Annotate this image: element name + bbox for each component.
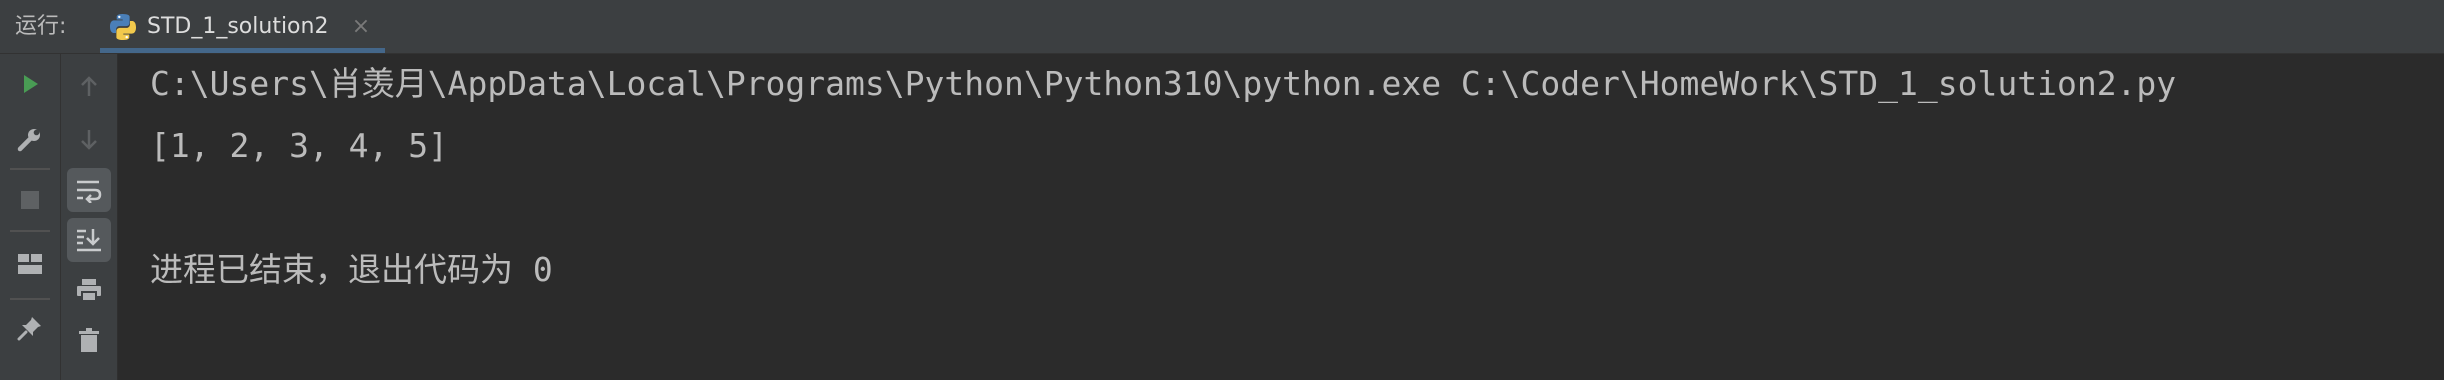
layout-icon (17, 253, 43, 275)
scroll-up-button[interactable] (67, 64, 111, 108)
stop-button[interactable] (8, 178, 52, 222)
tab-active-indicator (100, 48, 385, 53)
command-line: C:\Users\肖羡月\AppData\Local\Programs\Pyth… (150, 64, 2177, 103)
arrow-up-icon (78, 74, 100, 98)
toolbar-separator (10, 298, 50, 300)
toolbar-separator (10, 168, 50, 170)
print-button[interactable] (67, 268, 111, 312)
run-tool-window-header: 运行: STD_1_solution2 × (0, 0, 2444, 54)
layout-button[interactable] (8, 242, 52, 286)
arrow-down-icon (78, 128, 100, 152)
tab-title: STD_1_solution2 (147, 14, 329, 39)
wrench-icon (17, 127, 43, 153)
trash-icon (77, 327, 101, 353)
soft-wrap-icon (75, 177, 103, 203)
edit-config-button[interactable] (8, 118, 52, 162)
run-label: 运行: (15, 14, 67, 39)
python-icon (108, 12, 138, 42)
play-icon (18, 72, 42, 96)
soft-wrap-button[interactable] (67, 168, 111, 212)
scroll-to-end-icon (75, 227, 103, 253)
scroll-down-button[interactable] (67, 118, 111, 162)
scroll-to-end-button[interactable] (67, 218, 111, 262)
pin-icon (17, 315, 43, 341)
rerun-button[interactable] (8, 62, 52, 106)
tab-std-1-solution2[interactable]: STD_1_solution2 × (100, 0, 385, 53)
run-toolbar (0, 54, 60, 380)
print-icon (75, 277, 103, 303)
output-line: [1, 2, 3, 4, 5] (150, 126, 449, 165)
console-toolbar (60, 54, 118, 380)
toolbar-separator (10, 230, 50, 232)
exit-message: 进程已结束，退出代码为 0 (150, 250, 553, 289)
stop-icon (19, 189, 41, 211)
pin-tab-button[interactable] (8, 306, 52, 350)
clear-button[interactable] (67, 318, 111, 362)
close-icon[interactable]: × (346, 12, 376, 42)
console-output[interactable]: C:\Users\肖羡月\AppData\Local\Programs\Pyth… (118, 54, 2444, 380)
